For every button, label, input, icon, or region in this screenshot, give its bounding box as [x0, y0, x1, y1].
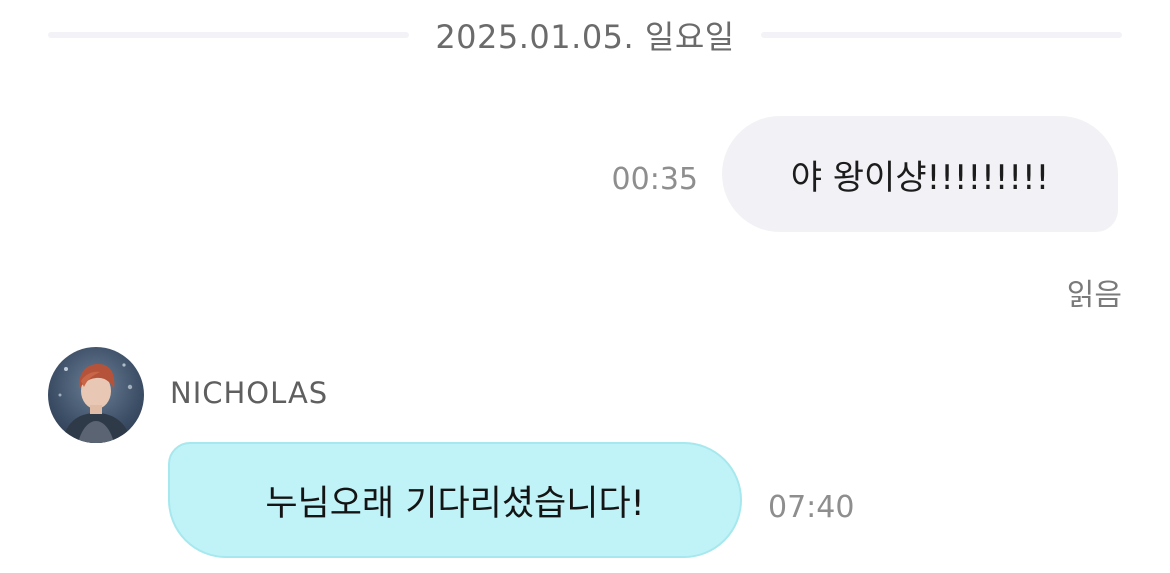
- incoming-message-time: 07:40: [768, 490, 855, 525]
- sender-name: NICHOLAS: [170, 376, 329, 410]
- outgoing-message-time: 00:35: [611, 162, 698, 197]
- outgoing-message-text: 야 왕이샹!!!!!!!!!: [790, 157, 1050, 198]
- incoming-message-bubble[interactable]: 누님오래 기다리셨습니다!: [168, 442, 742, 558]
- read-status: 읽음: [1066, 278, 1122, 313]
- profile-photo-icon: [58, 363, 133, 443]
- incoming-message-text: 누님오래 기다리셨습니다!: [265, 483, 645, 524]
- date-label: 2025.01.05. 일요일: [435, 18, 735, 56]
- divider-line-right: [760, 32, 1123, 38]
- avatar[interactable]: [48, 347, 144, 443]
- divider-line-left: [48, 32, 410, 38]
- date-divider: 2025.01.05. 일요일: [48, 14, 1123, 56]
- outgoing-message-bubble[interactable]: 야 왕이샹!!!!!!!!!: [722, 116, 1118, 232]
